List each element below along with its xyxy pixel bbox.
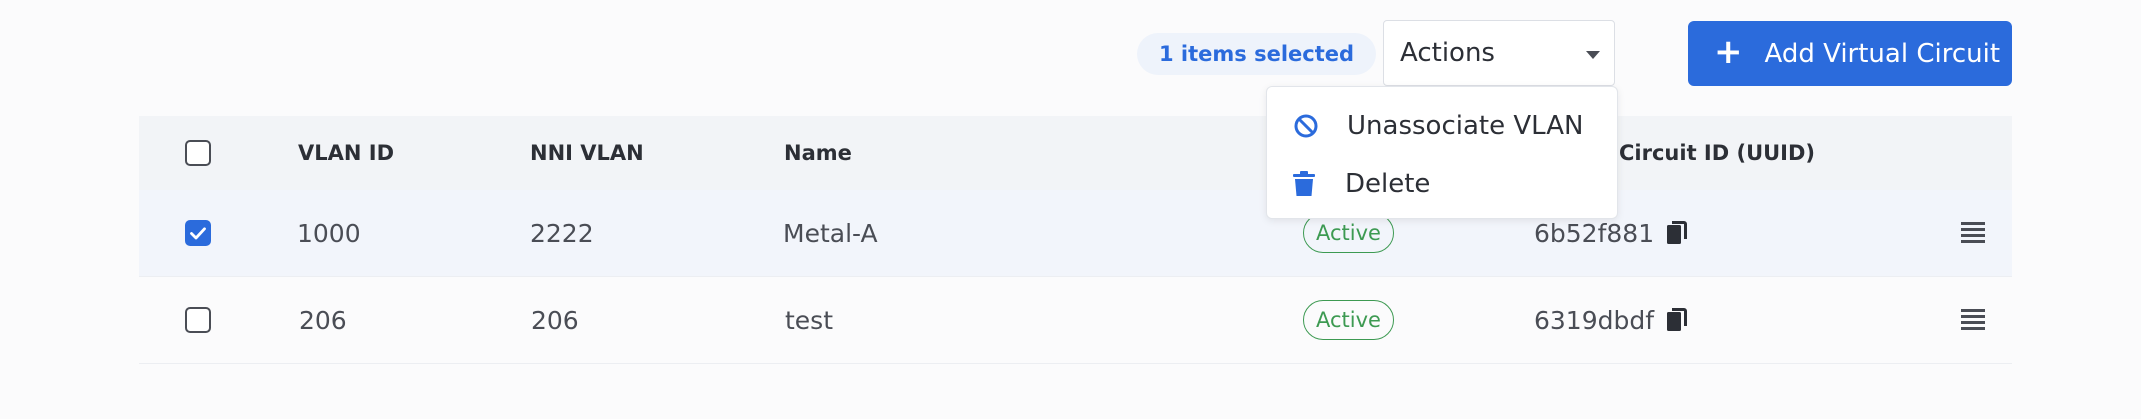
selected-count-badge: 1 items selected [1137, 33, 1377, 75]
header-circuit-id[interactable]: Circuit ID (UUID) [1619, 116, 1815, 190]
hamburger-menu-icon[interactable] [1961, 222, 1985, 244]
trash-icon [1293, 171, 1315, 197]
ban-icon [1293, 113, 1319, 139]
caret-down-icon [1586, 51, 1600, 59]
row-select-cell [185, 277, 211, 363]
menu-item-label: Unassociate VLAN [1347, 111, 1584, 141]
row-menu-cell [1961, 190, 1985, 276]
copy-icon[interactable] [1666, 220, 1688, 246]
table-row: 206 206 test Active 6319dbdf [139, 277, 2012, 364]
nni-vlan-cell: 206 [531, 305, 579, 335]
menu-item-label: Delete [1345, 169, 1431, 199]
table-header-row: VLAN ID NNI VLAN Name Circuit ID (UUID) [139, 116, 2012, 190]
name-cell: Metal-A [783, 218, 878, 248]
actions-menu: Unassociate VLAN Delete [1266, 86, 1618, 219]
menu-item-delete[interactable]: Delete [1267, 156, 1617, 212]
status-badge: Active [1303, 213, 1394, 253]
uuid-text: 6b52f881 [1534, 218, 1655, 248]
nni-vlan-cell: 2222 [530, 218, 594, 248]
table-row: 1000 2222 Metal-A Active 6b52f881 [139, 190, 2012, 277]
status-cell: Active [1303, 277, 1394, 363]
name-cell: test [785, 305, 834, 335]
virtual-circuits-table: VLAN ID NNI VLAN Name Circuit ID (UUID) … [139, 116, 2012, 364]
actions-dropdown-label: Actions [1400, 38, 1495, 68]
uuid-cell: 6319dbdf [1534, 277, 1688, 363]
add-virtual-circuit-label: Add Virtual Circuit [1764, 38, 2001, 69]
plus-icon: + [1714, 32, 1743, 72]
status-badge: Active [1303, 300, 1394, 340]
add-virtual-circuit-button[interactable]: + Add Virtual Circuit [1688, 21, 2012, 86]
header-name[interactable]: Name [784, 116, 852, 190]
select-all-cell [185, 116, 211, 190]
menu-item-unassociate-vlan[interactable]: Unassociate VLAN [1267, 98, 1617, 154]
header-vlan-id[interactable]: VLAN ID [298, 116, 394, 190]
row-checkbox[interactable] [185, 220, 211, 246]
header-nni-vlan[interactable]: NNI VLAN [530, 116, 644, 190]
vlan-id-cell: 206 [299, 305, 347, 335]
actions-dropdown[interactable]: Actions [1383, 20, 1615, 86]
hamburger-menu-icon[interactable] [1961, 309, 1985, 331]
selected-count-text: 1 items selected [1159, 42, 1355, 66]
select-all-checkbox[interactable] [185, 140, 211, 166]
check-icon [190, 226, 206, 239]
row-menu-cell [1961, 277, 1985, 363]
row-select-cell [185, 190, 211, 276]
vlan-id-cell: 1000 [297, 218, 361, 248]
row-checkbox[interactable] [185, 307, 211, 333]
virtual-circuits-page: 1 items selected Actions + Add Virtual C… [0, 0, 2141, 419]
copy-icon[interactable] [1666, 307, 1688, 333]
uuid-text: 6319dbdf [1534, 305, 1655, 335]
